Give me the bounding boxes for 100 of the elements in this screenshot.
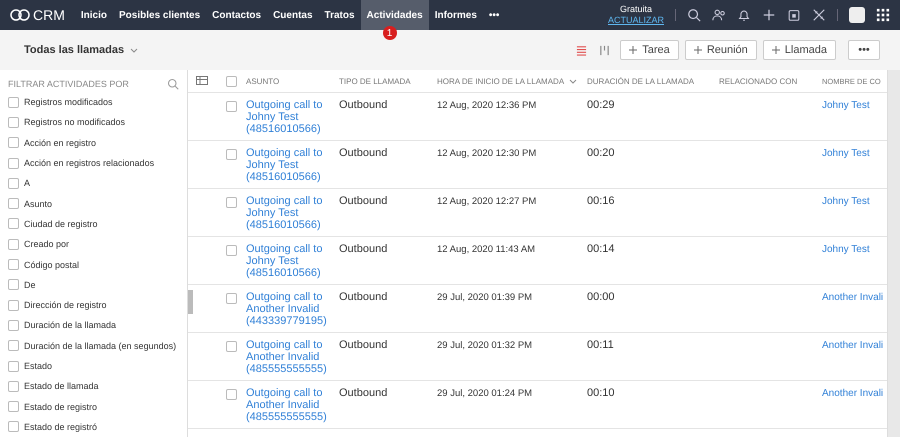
- subject-link[interactable]: Outgoing call to Johny Test (48516010566): [246, 195, 339, 231]
- checkbox[interactable]: [8, 218, 19, 230]
- contact-link[interactable]: Another Invali: [822, 292, 884, 303]
- filter-label: Estado de registró: [24, 422, 98, 432]
- checkbox[interactable]: [8, 421, 19, 432]
- nav-tab[interactable]: Informes: [428, 0, 483, 30]
- checkbox[interactable]: [8, 259, 19, 270]
- subject-link[interactable]: Outgoing call to Another Invalid (485555555555): [246, 387, 339, 423]
- table-cell: Outbound: [339, 147, 388, 159]
- subject-link[interactable]: Outgoing call to Another Invalid (443339779195): [246, 291, 339, 327]
- nav-tab[interactable]: Tratos: [318, 0, 361, 30]
- people-icon[interactable]: [712, 8, 726, 22]
- contact-link[interactable]: Johny Test: [822, 100, 870, 111]
- avatar-icon[interactable]: [849, 7, 865, 23]
- subject-link[interactable]: Outgoing call to Johny Test (48516010566): [246, 99, 339, 135]
- subject-link[interactable]: Outgoing call to Johny Test (48516010566): [246, 243, 339, 279]
- filter-label: Creado por: [24, 239, 70, 250]
- nav-tab[interactable]: Cuentas: [267, 0, 319, 30]
- table-cell: 00:29: [587, 99, 615, 111]
- more-button[interactable]: •••: [848, 40, 880, 60]
- checkbox[interactable]: [8, 340, 19, 352]
- nav-tab[interactable]: •••: [482, 0, 506, 30]
- nav-tab[interactable]: Actividades: [360, 0, 429, 30]
- subject-link[interactable]: Outgoing call to Another Invalid (485555555555): [246, 339, 339, 375]
- table-cell: 00:20: [587, 147, 615, 159]
- checkbox[interactable]: [8, 178, 19, 189]
- table-cell: 12 Aug, 2020 12:27 PM: [437, 196, 536, 207]
- add-button[interactable]: Tarea: [620, 40, 679, 60]
- caret-icon: [130, 48, 138, 52]
- add-button[interactable]: Reunión: [684, 40, 757, 60]
- table-cell: 29 Jul, 2020 01:32 PM: [437, 340, 532, 351]
- column-header[interactable]: HORA DE INICIO DE LA LLAMADA: [437, 76, 587, 86]
- checkbox[interactable]: [8, 158, 19, 169]
- contact-link[interactable]: Johny Test: [822, 244, 870, 255]
- checkbox[interactable]: [8, 360, 19, 372]
- table-cell: 00:16: [587, 195, 615, 207]
- logo-icon: [10, 9, 30, 21]
- row-checkbox[interactable]: [226, 293, 236, 304]
- filter-title: FILTRAR ACTIVIDADES POR: [8, 79, 129, 89]
- scrollbar[interactable]: [887, 70, 900, 437]
- sort-caret-icon: [569, 78, 578, 84]
- checkbox[interactable]: [8, 238, 19, 250]
- plus-icon: [772, 46, 780, 54]
- bell-icon[interactable]: [737, 8, 751, 22]
- nav-tab[interactable]: Inicio: [74, 0, 114, 30]
- row-checkbox[interactable]: [226, 149, 236, 160]
- filter-label: Código postal: [24, 260, 80, 270]
- plus-icon[interactable]: [762, 8, 776, 22]
- list-view-icon[interactable]: [576, 44, 588, 56]
- checkbox[interactable]: [8, 198, 19, 210]
- filter-label: Estado: [24, 361, 52, 371]
- apps-grid-icon[interactable]: [876, 8, 890, 22]
- checkbox[interactable]: [8, 116, 19, 128]
- checkbox[interactable]: [8, 320, 19, 331]
- subject-link[interactable]: Outgoing call to Johny Test (48516010566): [246, 147, 339, 183]
- column-header[interactable]: DURACIÓN DE LA LLAMADA: [587, 76, 719, 86]
- add-button[interactable]: Llamada: [762, 40, 836, 60]
- search-icon[interactable]: [687, 8, 701, 22]
- checkbox[interactable]: [8, 279, 19, 290]
- filter-label: Registros no modificados: [24, 117, 126, 128]
- plus-icon: [694, 46, 702, 54]
- collapse-handle[interactable]: [188, 290, 193, 314]
- checkbox[interactable]: [8, 380, 19, 392]
- checkbox[interactable]: [8, 137, 19, 148]
- calendar-icon[interactable]: [787, 8, 801, 22]
- view-dropdown[interactable]: Todas las llamadas: [24, 44, 138, 56]
- column-header[interactable]: TIPO DE LLAMADA: [339, 76, 437, 86]
- filter-label: Ciudad de registro: [24, 218, 98, 229]
- table-cell: 12 Aug, 2020 12:36 PM: [437, 100, 536, 111]
- row-checkbox[interactable]: [226, 389, 236, 400]
- row-checkbox[interactable]: [226, 197, 236, 208]
- column-header[interactable]: RELACIONADO CON: [719, 76, 822, 86]
- tools-icon[interactable]: [812, 8, 826, 22]
- row-checkbox[interactable]: [226, 101, 236, 112]
- filter-label: Estado de registro: [24, 402, 98, 412]
- table-cell: 00:11: [587, 339, 614, 351]
- checkbox[interactable]: [8, 300, 19, 311]
- contact-link[interactable]: Another Invali: [822, 340, 884, 351]
- upgrade-link[interactable]: ACTUALIZAR: [608, 15, 664, 26]
- contact-link[interactable]: Another Invali: [822, 388, 884, 399]
- checkbox[interactable]: [8, 96, 19, 108]
- table-cell: Outbound: [339, 291, 388, 303]
- column-settings-icon[interactable]: [196, 76, 208, 86]
- filter-label: Acción en registro: [24, 138, 96, 148]
- row-checkbox[interactable]: [226, 341, 236, 352]
- filter-label: Dirección de registro: [24, 300, 107, 310]
- select-all-checkbox[interactable]: [226, 76, 236, 86]
- filter-label: De: [24, 280, 36, 290]
- contact-link[interactable]: Johny Test: [822, 148, 870, 159]
- checkbox[interactable]: [8, 401, 19, 412]
- logo-text: CRM: [33, 7, 65, 23]
- nav-tab[interactable]: Contactos: [206, 0, 268, 30]
- nav-tab[interactable]: Posibles clientes: [113, 0, 206, 30]
- table-cell: Outbound: [339, 339, 388, 351]
- kanban-view-icon[interactable]: [599, 44, 610, 56]
- filter-label: Acción en registros relacionados: [24, 158, 154, 168]
- column-header[interactable]: ASUNTO: [246, 76, 339, 86]
- row-checkbox[interactable]: [226, 245, 236, 256]
- contact-link[interactable]: Johny Test: [822, 196, 870, 207]
- filter-label: Duración de la llamada: [24, 320, 116, 330]
